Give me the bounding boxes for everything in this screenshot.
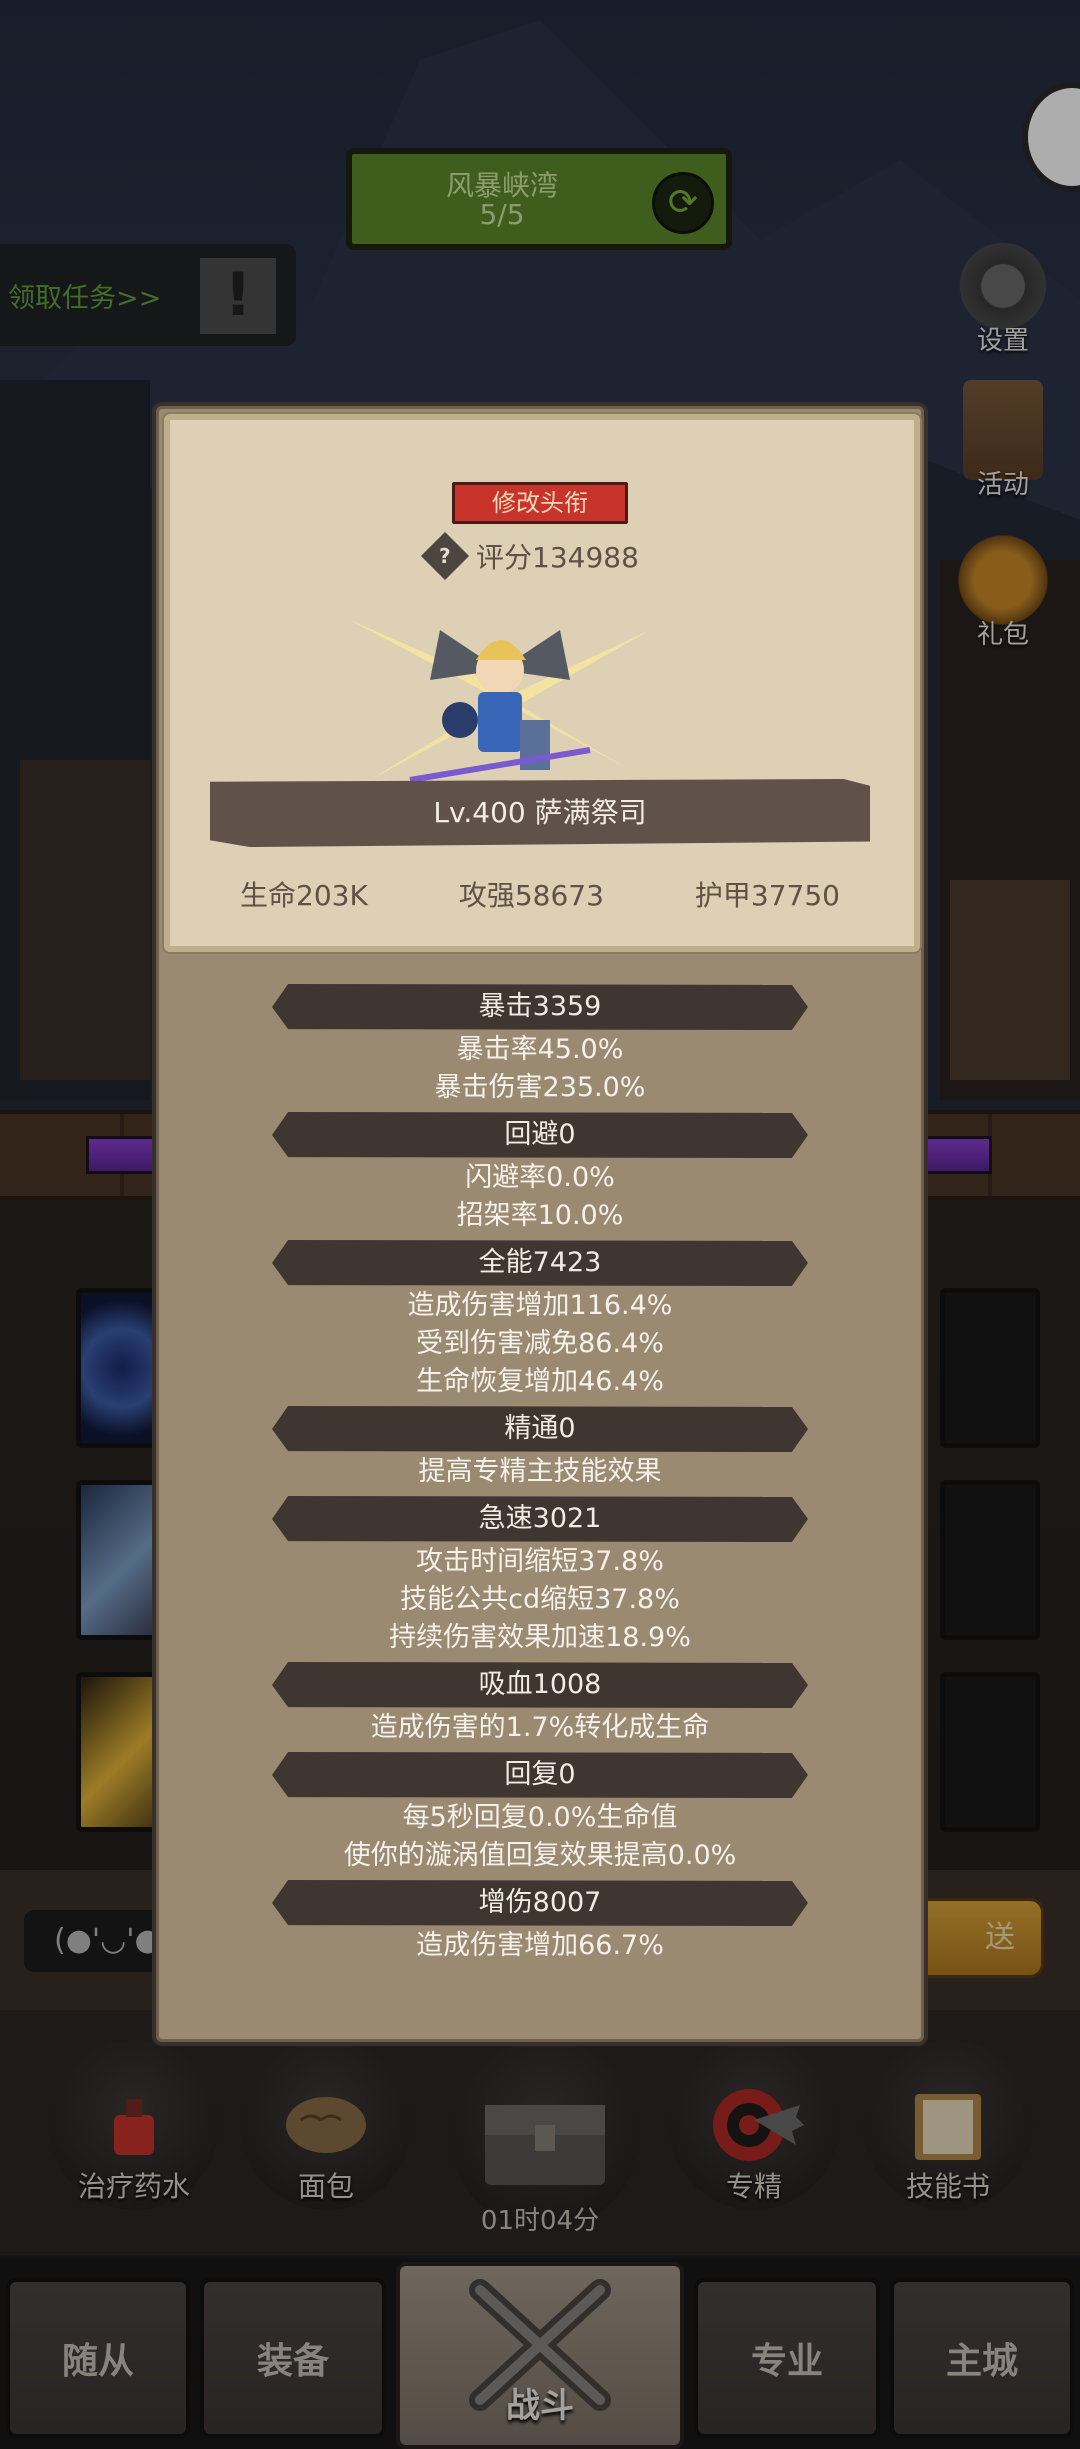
mastery-effect: 提高专精主技能效果 — [418, 1456, 662, 1487]
core-stats: 生命203K 攻强58673 护甲37750 — [210, 874, 870, 914]
crit-rate: 暴击率45.0% — [456, 1034, 624, 1065]
dot-acceleration: 持续伤害效果加速18.9% — [389, 1622, 691, 1653]
crit-damage: 暴击伤害235.0% — [434, 1072, 646, 1103]
regen-header: 回复0 — [272, 1752, 808, 1798]
score-row: ? 评分134988 — [420, 531, 639, 581]
haste-header: 急速3021 — [272, 1496, 808, 1542]
global-cd-reduction: 技能公共cd缩短37.8% — [400, 1584, 680, 1615]
damage-increase: 造成伤害增加116.4% — [407, 1290, 673, 1321]
attack-time-reduction: 攻击时间缩短37.8% — [416, 1546, 664, 1577]
regen-per-5s: 每5秒回复0.0%生命值 — [402, 1802, 678, 1833]
armor-stat: 护甲37750 — [694, 879, 840, 912]
avoidance-header: 回避0 — [272, 1112, 808, 1158]
dodge-rate: 闪避率0.0% — [465, 1162, 615, 1193]
mastery-header: 精通0 — [272, 1406, 808, 1452]
score-label: 评分134988 — [476, 541, 639, 574]
hero-portrait — [350, 620, 650, 783]
healing-increase: 生命恢复增加46.4% — [416, 1366, 664, 1397]
attack-power-stat: 攻强58673 — [458, 879, 604, 912]
hp-stat: 生命203K — [240, 879, 368, 912]
help-icon[interactable]: ? — [420, 531, 470, 581]
parry-rate: 招架率10.0% — [456, 1200, 624, 1231]
hero-name-level: Lv.400 萨满祭司 — [210, 779, 870, 847]
leech-effect: 造成伤害的1.7%转化成生命 — [370, 1712, 710, 1743]
crit-header: 暴击3359 — [272, 984, 808, 1030]
damage-reduction: 受到伤害减免86.4% — [416, 1328, 664, 1359]
damage-bonus-effect: 造成伤害增加66.7% — [416, 1930, 664, 1961]
maelstrom-regen: 使你的漩涡值回复效果提高0.0% — [343, 1840, 737, 1871]
edit-title-button[interactable]: 修改头衔 — [452, 482, 628, 524]
damage-bonus-header: 增伤8007 — [272, 1880, 808, 1926]
versatility-header: 全能7423 — [272, 1240, 808, 1286]
leech-header: 吸血1008 — [272, 1662, 808, 1708]
